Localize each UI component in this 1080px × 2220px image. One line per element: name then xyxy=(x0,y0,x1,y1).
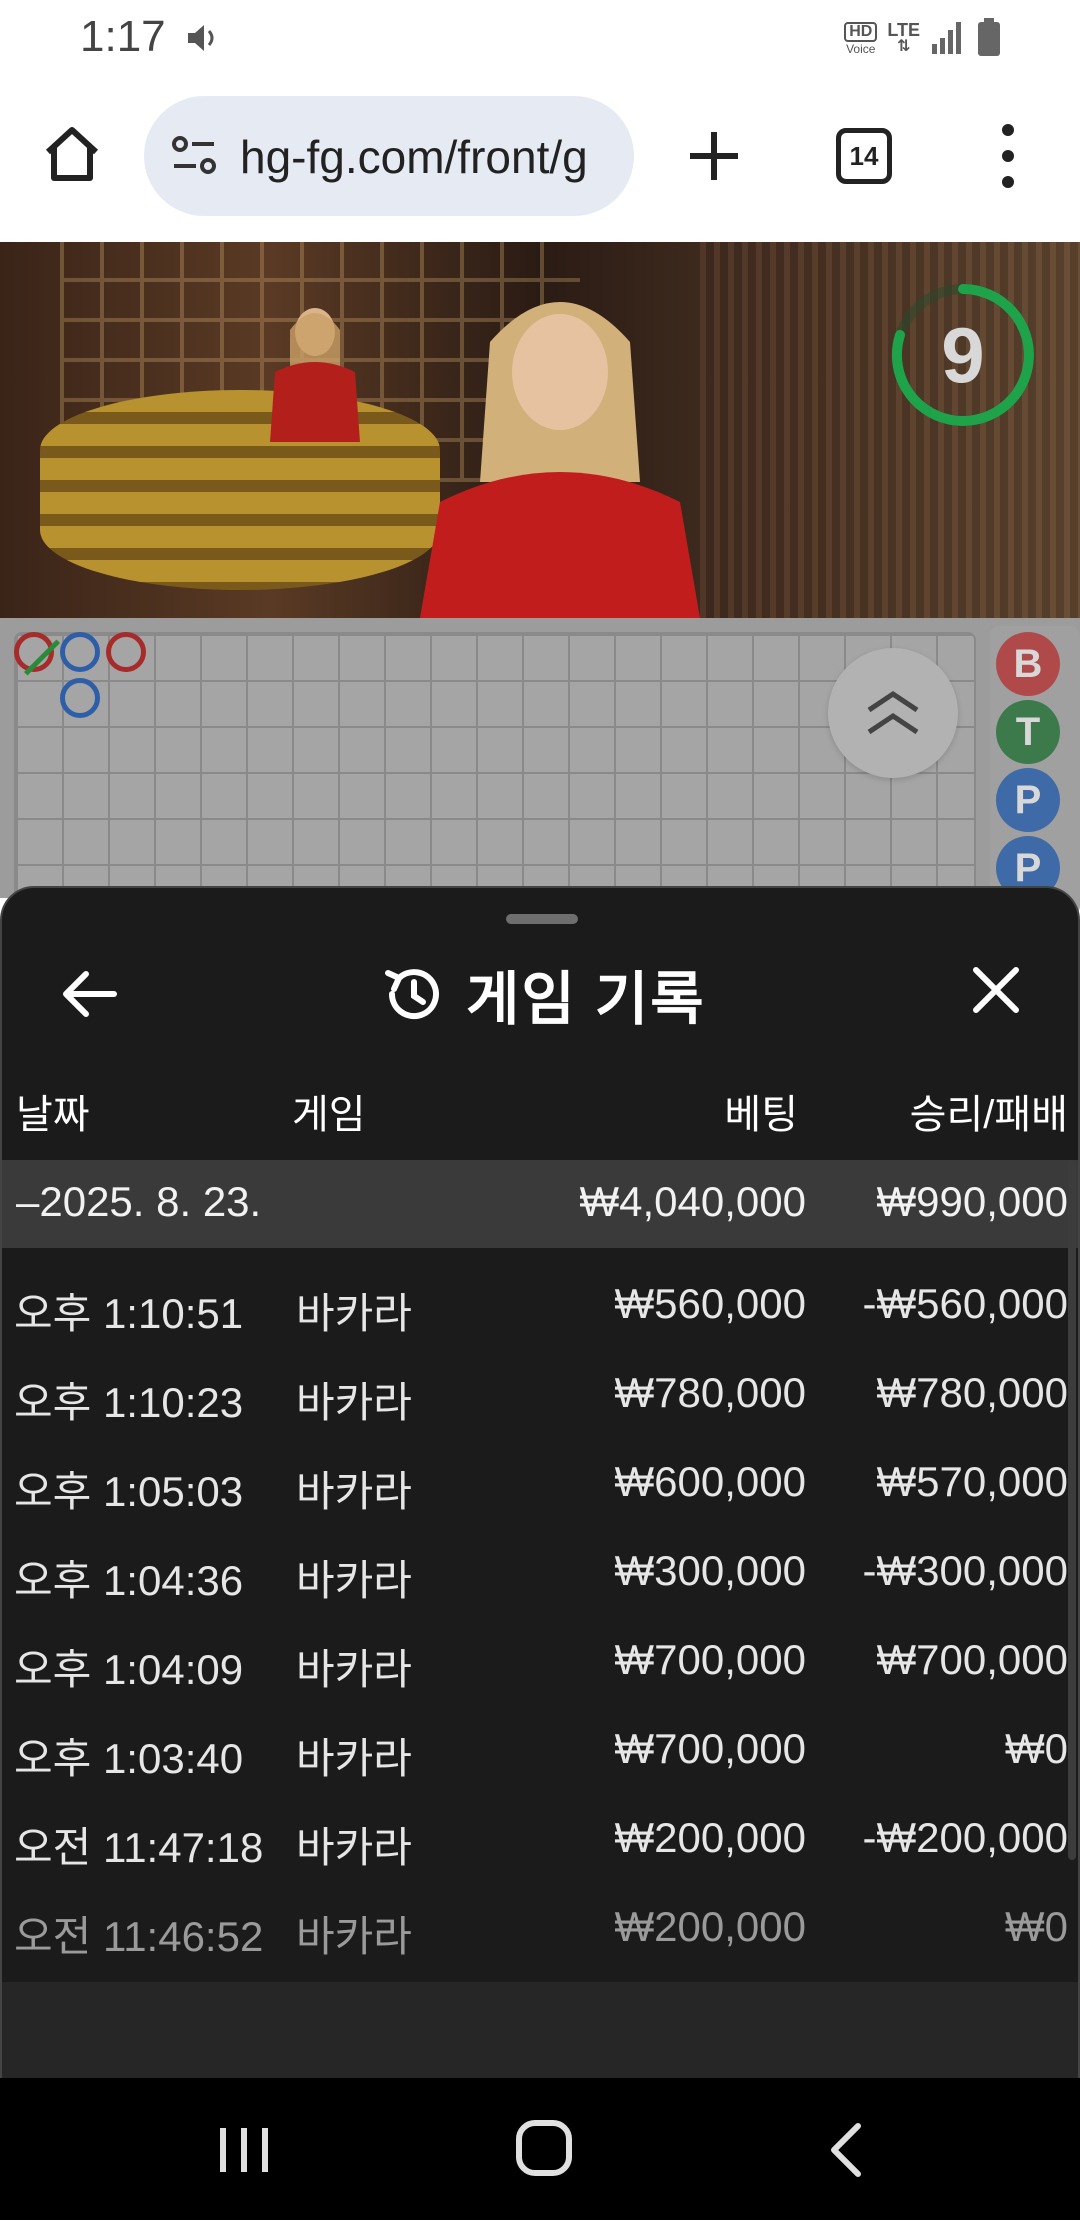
lte-icon: LTE ⇅ xyxy=(887,20,920,55)
row-result: -₩300,000 xyxy=(862,1547,1068,1594)
url-text[interactable]: hg-fg.com/front/g xyxy=(240,130,588,184)
row-time: 오후 1:04:36 xyxy=(14,1557,244,1604)
row-game: 바카라 xyxy=(296,1379,412,1426)
row-game: 바카라 xyxy=(296,1557,412,1604)
table-header: 날짜 게임 베팅 승리/패배 xyxy=(2,1068,1078,1144)
table-row[interactable]: 오후 1:04:09 바카라 ₩700,000 ₩700,000 xyxy=(2,1620,1078,1709)
status-time: 1:17 xyxy=(80,12,166,61)
bead-road-grid xyxy=(14,632,976,912)
row-game: 바카라 xyxy=(296,1290,412,1337)
row-result: ₩570,000 xyxy=(876,1458,1068,1505)
road-mark-player xyxy=(60,632,100,672)
table-row[interactable]: 오후 1:10:23 바카라 ₩780,000 ₩780,000 xyxy=(2,1353,1078,1442)
date-group-date: –2025. 8. 23. xyxy=(16,1178,262,1225)
row-bet: ₩200,000 xyxy=(614,1903,806,1950)
new-tab-icon[interactable] xyxy=(686,128,742,184)
row-bet: ₩300,000 xyxy=(614,1547,806,1594)
sheet-header: 게임 기록 xyxy=(382,952,706,1036)
table-row[interactable]: 오후 1:05:03 바카라 ₩600,000 ₩570,000 xyxy=(2,1442,1078,1531)
row-result: ₩700,000 xyxy=(876,1636,1068,1683)
row-game: 바카라 xyxy=(296,1735,412,1782)
bead-plate-column: B T P P xyxy=(990,626,1080,916)
row-game: 바카라 xyxy=(296,1824,412,1871)
baccarat-table xyxy=(40,390,440,590)
road-ball-tie: T xyxy=(996,700,1060,764)
table-row[interactable]: 오전 11:47:18 바카라 ₩200,000 -₩200,000 xyxy=(2,1798,1078,1887)
next-date-group-row-partial[interactable] xyxy=(2,1982,1078,2078)
more-menu-icon[interactable] xyxy=(990,120,1026,192)
row-time: 오후 1:05:03 xyxy=(14,1468,244,1515)
status-bar: 1:17 HD Voice LTE ⇅ xyxy=(0,0,1080,72)
roadmap-panel: B T P P xyxy=(0,618,1080,916)
signal-icon xyxy=(932,22,961,54)
row-bet: ₩700,000 xyxy=(614,1725,806,1772)
volume-icon xyxy=(188,25,214,51)
battery-icon xyxy=(978,18,1000,56)
double-chevron-up-icon xyxy=(867,690,919,735)
date-group-win-total: ₩990,000 xyxy=(876,1178,1068,1225)
row-time: 오후 1:10:51 xyxy=(14,1290,244,1337)
row-game: 바카라 xyxy=(296,1913,412,1960)
row-result: ₩0 xyxy=(1005,1903,1068,1950)
table-row[interactable]: 오후 1:03:40 바카라 ₩700,000 ₩0 xyxy=(2,1709,1078,1798)
tab-switcher-button[interactable]: 14 xyxy=(836,128,892,184)
expand-roadmap-button[interactable] xyxy=(828,648,958,778)
system-navigation-bar xyxy=(0,2078,1080,2220)
close-icon[interactable] xyxy=(966,960,1026,1020)
drag-handle[interactable] xyxy=(506,914,578,924)
row-game: 바카라 xyxy=(296,1646,412,1693)
screen: 1:17 HD Voice LTE ⇅ hg-fg.com/front/g 14… xyxy=(0,0,1080,2220)
row-time: 오후 1:04:09 xyxy=(14,1646,244,1693)
road-ball-banker: B xyxy=(996,632,1060,696)
date-group-bet-total: ₩4,040,000 xyxy=(579,1178,807,1225)
hd-voice-icon: HD Voice xyxy=(844,21,878,56)
column-header-win-loss[interactable]: 승리/패배 xyxy=(910,1082,1068,1140)
road-ball-player: P xyxy=(996,768,1060,832)
live-video-stream[interactable]: 9 xyxy=(0,242,1080,618)
game-history-sheet: 게임 기록 날짜 게임 베팅 승리/패배 –2025. 8. 23. ₩4,04… xyxy=(0,886,1080,2078)
dealer-figure xyxy=(420,302,700,618)
sheet-title: 게임 기록 xyxy=(466,967,706,1032)
table-row[interactable]: 오전 11:46:52 바카라 ₩200,000 ₩0 xyxy=(2,1887,1078,1976)
address-bar[interactable]: hg-fg.com/front/g xyxy=(144,96,634,216)
dealer-figure xyxy=(270,308,360,442)
back-arrow-icon[interactable] xyxy=(60,964,120,1024)
countdown-value: 9 xyxy=(941,310,985,399)
row-result: ₩0 xyxy=(1005,1725,1068,1772)
home-icon[interactable] xyxy=(40,122,104,186)
status-indicators: HD Voice LTE ⇅ xyxy=(844,16,1002,60)
road-mark-banker xyxy=(106,632,146,672)
row-time: 오전 11:46:52 xyxy=(14,1913,264,1960)
column-header-game[interactable]: 게임 xyxy=(292,1082,366,1140)
row-time: 오후 1:10:23 xyxy=(14,1379,244,1426)
home-nav-icon[interactable] xyxy=(514,2118,574,2178)
date-group-row[interactable]: –2025. 8. 23. ₩4,040,000 ₩990,000 xyxy=(2,1160,1078,1248)
road-mark-player xyxy=(60,678,100,718)
row-result: ₩780,000 xyxy=(876,1369,1068,1416)
recent-apps-icon[interactable] xyxy=(216,2122,272,2178)
row-game: 바카라 xyxy=(296,1468,412,1515)
road-mark-banker xyxy=(14,632,61,676)
history-rows: 오후 1:10:51 바카라 ₩560,000 -₩560,000 오후 1:1… xyxy=(2,1264,1078,1976)
site-settings-icon[interactable] xyxy=(170,134,218,178)
row-bet: ₩560,000 xyxy=(614,1280,806,1327)
history-scrollbar[interactable] xyxy=(1068,1160,1076,1860)
table-row[interactable]: 오후 1:10:51 바카라 ₩560,000 -₩560,000 xyxy=(2,1264,1078,1353)
row-bet: ₩600,000 xyxy=(614,1458,806,1505)
row-bet: ₩700,000 xyxy=(614,1636,806,1683)
column-header-bet[interactable]: 베팅 xyxy=(724,1082,798,1140)
row-time: 오전 11:47:18 xyxy=(14,1824,264,1871)
row-bet: ₩780,000 xyxy=(614,1369,806,1416)
row-bet: ₩200,000 xyxy=(614,1814,806,1861)
column-header-date[interactable]: 날짜 xyxy=(16,1082,90,1140)
back-nav-icon[interactable] xyxy=(826,2120,866,2180)
row-result: -₩200,000 xyxy=(862,1814,1068,1861)
table-row[interactable]: 오후 1:04:36 바카라 ₩300,000 -₩300,000 xyxy=(2,1531,1078,1620)
history-icon xyxy=(385,969,439,1020)
browser-toolbar: hg-fg.com/front/g 14 xyxy=(0,72,1080,242)
row-time: 오후 1:03:40 xyxy=(14,1735,244,1782)
row-result: -₩560,000 xyxy=(862,1280,1068,1327)
